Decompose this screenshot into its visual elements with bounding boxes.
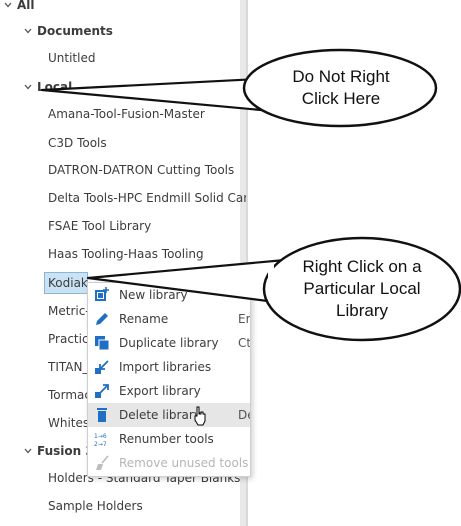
- callout-bottom-text: Right Click on a Particular Local Librar…: [302, 257, 422, 320]
- callout-bottom-pointer: [86, 258, 286, 305]
- callout-top-text: Do Not Right Click Here: [292, 67, 390, 108]
- mouse-cursor-icon: [194, 406, 206, 426]
